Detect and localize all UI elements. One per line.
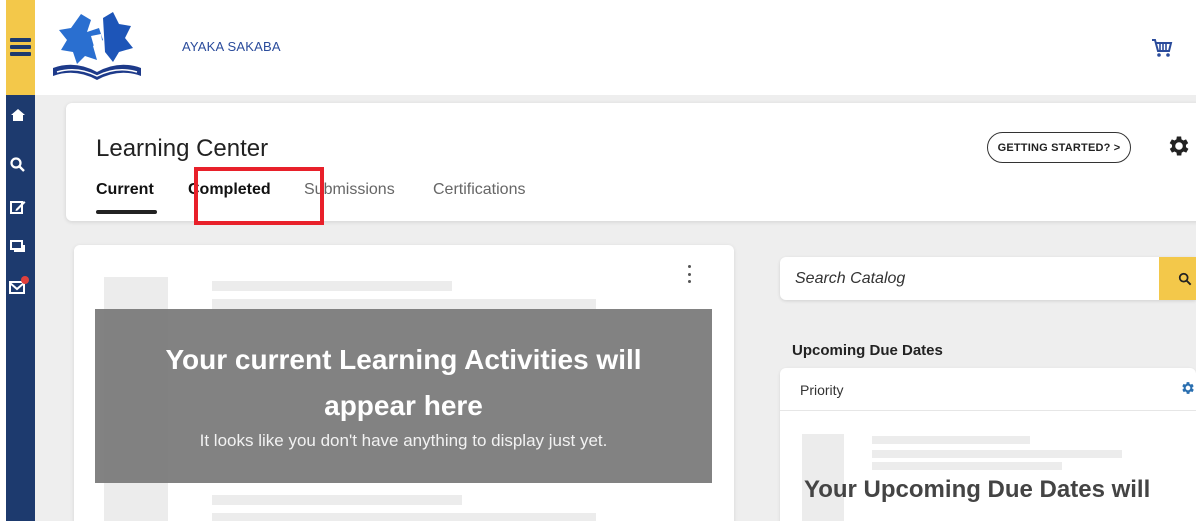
priority-label: Priority <box>800 382 844 398</box>
priority-row: Priority <box>780 368 1196 411</box>
tab-submissions[interactable]: Submissions <box>304 181 395 199</box>
skeleton-line <box>872 462 1062 470</box>
search-icon[interactable] <box>9 156 29 174</box>
tab-certifications[interactable]: Certifications <box>433 181 525 199</box>
notification-dot <box>21 276 29 284</box>
sidebar-menu-area <box>6 0 35 95</box>
search-button[interactable] <box>1159 257 1196 300</box>
gear-icon[interactable] <box>1166 133 1192 159</box>
skeleton-line <box>212 299 596 309</box>
empty-state-title: Your current Learning Activities will ap… <box>165 344 642 421</box>
search-input[interactable] <box>780 269 1150 288</box>
gear-icon[interactable] <box>1180 380 1196 396</box>
active-tab-indicator <box>96 210 157 214</box>
sidebar <box>6 0 35 521</box>
logo[interactable] <box>47 6 147 84</box>
tab-current[interactable]: Current <box>96 181 154 199</box>
learning-center-card: Learning Center GETTING STARTED? > Curre… <box>66 103 1196 225</box>
header: AYAKA SAKABA <box>35 0 1196 95</box>
cart-icon[interactable] <box>1150 36 1174 60</box>
skeleton-line <box>872 436 1030 444</box>
chat-icon[interactable] <box>9 238 29 256</box>
skeleton-line <box>212 281 452 291</box>
due-dates-card: Priority Your Upcoming Due Dates will <box>780 368 1196 521</box>
skeleton-line <box>212 495 462 505</box>
skeleton-line <box>872 450 1122 458</box>
due-dates-empty-title: Your Upcoming Due Dates will <box>804 476 1151 503</box>
skeleton-line <box>212 513 596 521</box>
home-icon[interactable] <box>9 106 29 124</box>
activities-card: Your current Learning Activities will ap… <box>74 245 734 521</box>
empty-state-subtitle: It looks like you don't have anything to… <box>199 431 608 450</box>
page-title: Learning Center <box>96 135 269 162</box>
getting-started-button[interactable]: GETTING STARTED? > <box>987 132 1131 163</box>
edit-icon[interactable] <box>9 198 29 216</box>
search-icon <box>1178 272 1192 285</box>
due-dates-heading: Upcoming Due Dates <box>792 342 943 359</box>
more-options-icon[interactable] <box>684 265 694 283</box>
search-bar <box>780 257 1196 300</box>
tab-completed[interactable]: Completed <box>188 181 271 199</box>
main-content: Learning Center GETTING STARTED? > Curre… <box>35 95 1196 521</box>
empty-state-overlay: Your current Learning Activities will ap… <box>95 309 712 483</box>
mail-icon[interactable] <box>9 276 29 296</box>
username[interactable]: AYAKA SAKABA <box>182 39 281 54</box>
menu-icon[interactable] <box>10 38 31 56</box>
